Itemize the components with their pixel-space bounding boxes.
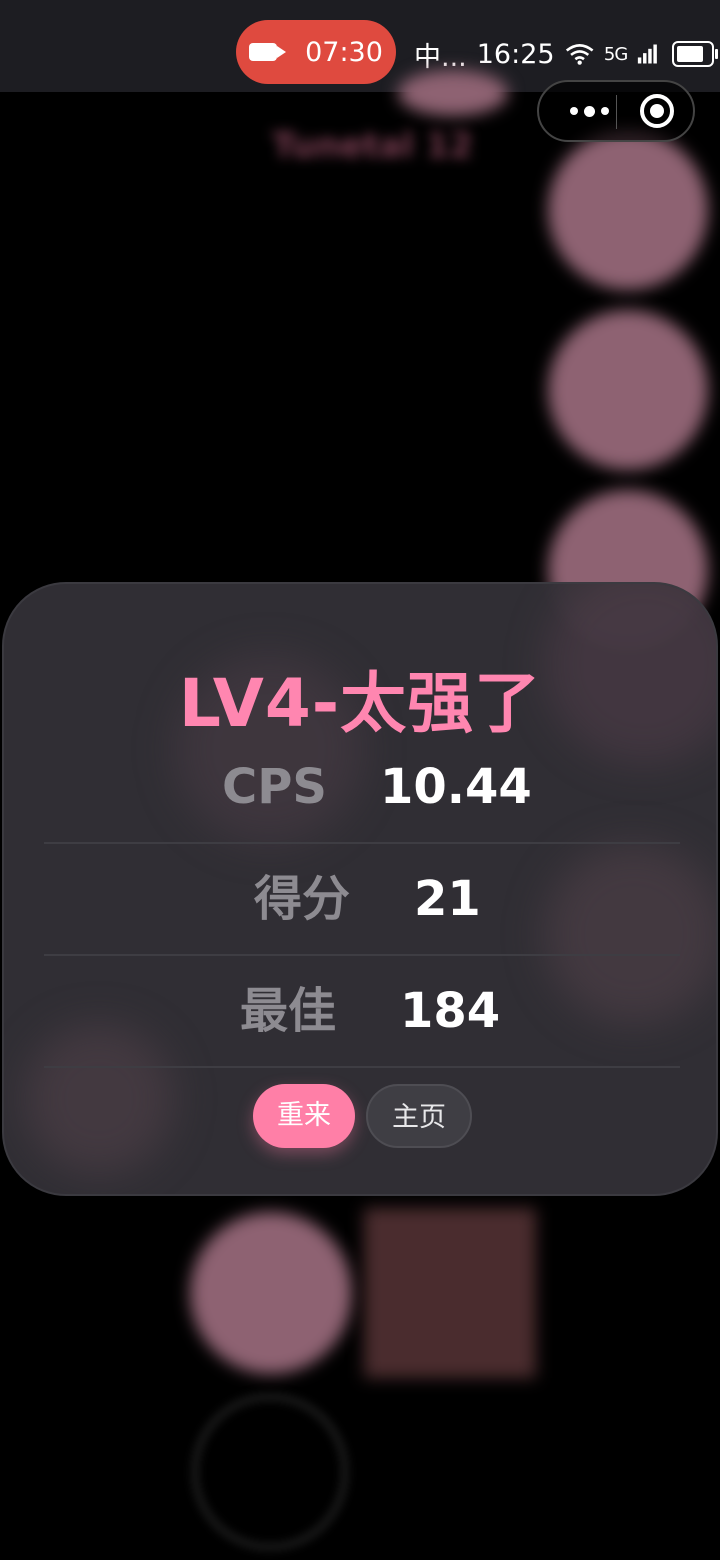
stat-row-score: 得分 21 (44, 844, 680, 956)
battery-icon (672, 41, 718, 67)
stat-label: 最佳 (240, 983, 337, 1039)
background-label: Tunetal 12 (272, 126, 473, 166)
status-indicators: 中... 16:25 5G (414, 34, 718, 74)
stat-row-cps: CPS 10.44 (44, 732, 680, 844)
stat-value: 21 (414, 871, 481, 927)
background-ring (190, 1392, 350, 1552)
stat-row-best: 最佳 184 (44, 956, 680, 1068)
more-dots-icon[interactable] (559, 82, 619, 140)
retry-button[interactable]: 重来 (253, 1084, 355, 1148)
home-button[interactable]: 主页 (366, 1084, 472, 1148)
background-circle (398, 70, 508, 116)
recording-time: 07:30 (305, 36, 383, 68)
background-circle (548, 130, 708, 290)
background-circle (190, 1212, 352, 1374)
status-bar: 07:30 中... 16:25 5G (0, 0, 720, 92)
stat-label: 得分 (254, 871, 351, 927)
carrier-label: 中... (414, 41, 467, 73)
stat-value: 184 (400, 983, 501, 1039)
stat-value: 10.44 (380, 759, 532, 815)
stat-label: CPS (222, 759, 327, 815)
target-circle-icon[interactable] (640, 94, 674, 128)
result-card: LV4-太强了 CPS 10.44 得分 21 最佳 184 重来 主页 (2, 582, 718, 1196)
wifi-icon (565, 44, 593, 65)
background-circle (548, 310, 708, 470)
signal-bars-icon (638, 44, 658, 64)
video-camera-icon (249, 43, 287, 61)
network-type: 5G (603, 43, 628, 65)
screen-recording-pill[interactable]: 07:30 (236, 20, 396, 84)
clock: 16:25 (476, 38, 555, 70)
capsule-divider (616, 95, 617, 129)
miniprogram-capsule (537, 80, 695, 142)
background-square (364, 1208, 536, 1378)
